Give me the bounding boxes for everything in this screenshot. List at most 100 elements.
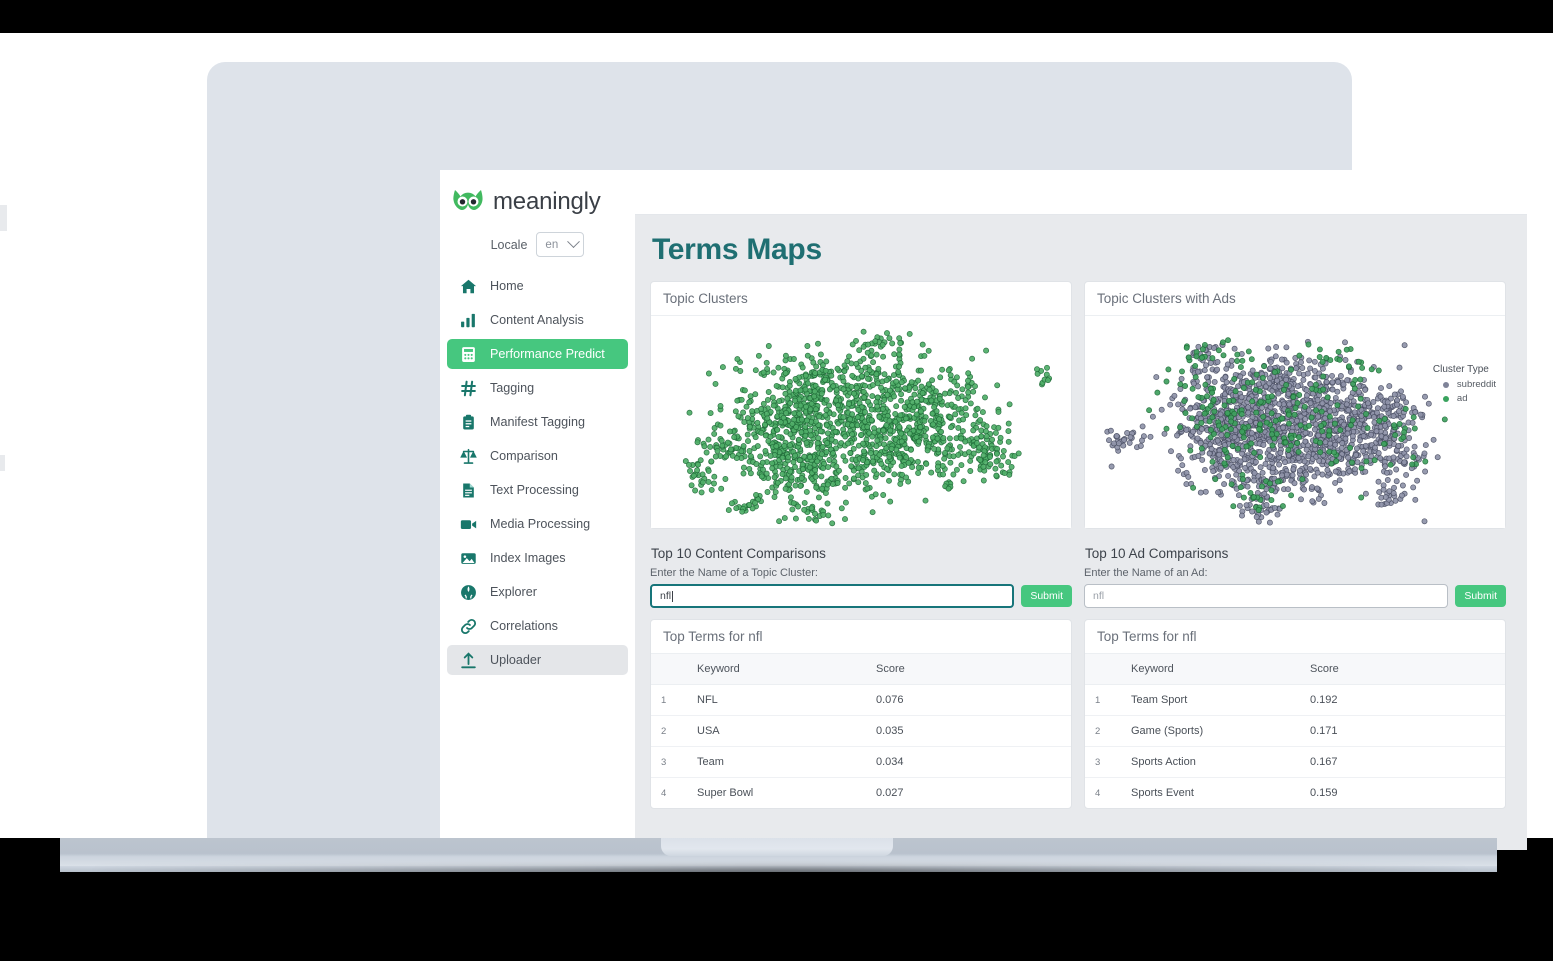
sidebar-item-correlations[interactable]: Correlations bbox=[447, 611, 628, 641]
locale-select[interactable]: en bbox=[536, 232, 585, 257]
left-column: Topic Clusters Top 10 Content Comparison… bbox=[650, 281, 1072, 809]
cell-index: 2 bbox=[1085, 715, 1131, 747]
right-table-title: Top Terms for nfl bbox=[1085, 620, 1505, 654]
legend-label-subreddit: subreddit bbox=[1456, 379, 1496, 390]
submit-ad-button[interactable]: Submit bbox=[1455, 585, 1506, 607]
cell-index: 1 bbox=[1085, 684, 1131, 716]
laptop-base-notch bbox=[661, 838, 893, 856]
cell-keyword: Team bbox=[697, 746, 876, 778]
ad-field-label: Enter the Name of an Ad: bbox=[1084, 567, 1208, 579]
cell-index: 4 bbox=[1095, 787, 1101, 799]
cell-score: 0.076 bbox=[876, 684, 1071, 716]
cell-index: 4 bbox=[661, 787, 667, 799]
ad-name-input-placeholder: nfl bbox=[1093, 590, 1105, 602]
table-row: 4 Super Bowl 0.027 bbox=[651, 778, 1071, 809]
sidebar-item-label: Tagging bbox=[490, 381, 535, 395]
topic-clusters-ads-plot[interactable]: Cluster Type subreddit ad bbox=[1085, 316, 1505, 528]
cell-score: 0.027 bbox=[876, 787, 904, 799]
table-row: 1 Team Sport 0.192 bbox=[1085, 684, 1505, 716]
sidebar-item-label: Media Processing bbox=[490, 517, 591, 531]
legend-title: Cluster Type bbox=[1432, 364, 1489, 375]
cell-keyword: Sports Event bbox=[1131, 787, 1194, 799]
sidebar-item-explorer[interactable]: Explorer bbox=[447, 577, 628, 607]
sidebar-item-uploader[interactable]: Uploader bbox=[447, 645, 628, 675]
locale-label: Locale bbox=[490, 237, 528, 252]
sidebar-item-label: Performance Predict bbox=[490, 347, 605, 361]
topic-cluster-input-value: nfl bbox=[660, 590, 672, 602]
cell-score: 0.192 bbox=[1310, 684, 1505, 716]
app-window: meaningly Locale en Home Content Analysis… bbox=[440, 170, 1527, 850]
chevron-down-icon bbox=[567, 235, 581, 249]
legend-label-ad: ad bbox=[1456, 393, 1468, 404]
legend-dot-ad bbox=[1442, 395, 1449, 402]
sidebar-nav: Home Content Analysis Performance Predict T… bbox=[440, 271, 635, 675]
ad-name-input[interactable]: nfl bbox=[1084, 584, 1449, 608]
right-col-keyword: Keyword bbox=[1131, 654, 1310, 685]
sidebar-item-performance-predict[interactable]: Performance Predict bbox=[447, 339, 628, 369]
sidebar-item-label: Manifest Tagging bbox=[490, 415, 585, 429]
sidebar-item-label: Text Processing bbox=[490, 483, 579, 497]
content-comparisons-title: Top 10 Content Comparisons bbox=[651, 546, 826, 561]
cell-keyword: Game (Sports) bbox=[1131, 715, 1310, 747]
video-camera-icon bbox=[460, 516, 477, 533]
topic-clusters-plot[interactable] bbox=[651, 316, 1071, 528]
globe-icon bbox=[460, 584, 477, 601]
topic-cluster-field-label: Enter the Name of a Topic Cluster: bbox=[650, 567, 818, 579]
cell-keyword: Team Sport bbox=[1131, 684, 1310, 716]
right-terms-table: Keyword Score 1 Team Sport 0.192 2 Game (Spo… bbox=[1085, 654, 1505, 808]
sidebar-item-index-images[interactable]: Index Images bbox=[447, 543, 628, 573]
cell-keyword: Sports Action bbox=[1131, 746, 1310, 778]
sidebar-item-home[interactable]: Home bbox=[447, 271, 628, 301]
table-header-row: Keyword Score bbox=[1085, 654, 1505, 685]
locale-value: en bbox=[545, 238, 559, 251]
table-row: 1 NFL 0.076 bbox=[651, 684, 1071, 716]
table-header-row: Keyword Score bbox=[651, 654, 1071, 685]
sidebar-item-label: Index Images bbox=[490, 551, 566, 565]
table-row: 3 Sports Action 0.167 bbox=[1085, 746, 1505, 778]
topic-clusters-ads-card: Topic Clusters with Ads Cluster Type sub… bbox=[1084, 281, 1506, 529]
brand-name: meaningly bbox=[493, 188, 601, 215]
left-col-score: Score bbox=[876, 654, 1071, 685]
scales-icon bbox=[460, 448, 477, 465]
text-caret bbox=[672, 590, 674, 602]
sidebar-item-label: Uploader bbox=[490, 653, 542, 667]
right-column: Topic Clusters with Ads Cluster Type sub… bbox=[1084, 281, 1506, 809]
cell-score: 0.167 bbox=[1310, 746, 1505, 778]
ad-comparisons-title: Top 10 Ad Comparisons bbox=[1085, 546, 1229, 561]
sidebar-item-label: Home bbox=[490, 279, 524, 293]
sidebar-item-media-processing[interactable]: Media Processing bbox=[447, 509, 628, 539]
laptop-shadow bbox=[95, 868, 1465, 928]
topic-clusters-title: Topic Clusters bbox=[651, 282, 1071, 316]
right-col-score: Score bbox=[1310, 654, 1505, 685]
left-terms-table: Keyword Score 1 NFL 0.076 2 USA 0.035 3 Team 0.0… bbox=[651, 654, 1071, 808]
submit-topic-cluster-button[interactable]: Submit bbox=[1021, 585, 1072, 607]
topic-cluster-input[interactable]: nfl bbox=[650, 584, 1015, 608]
sidebar-item-comparison[interactable]: Comparison bbox=[447, 441, 628, 471]
cluster-type-legend: Cluster Type subreddit ad bbox=[1433, 364, 1496, 407]
upload-icon bbox=[460, 651, 477, 669]
sidebar: meaningly Locale en Home Content Analysis… bbox=[440, 170, 635, 850]
sidebar-item-manifest-tagging[interactable]: Manifest Tagging bbox=[447, 407, 628, 437]
legend-item-subreddit: subreddit bbox=[1442, 379, 1496, 390]
table-row: 4 Sports Event 0.159 bbox=[1085, 778, 1505, 809]
hash-icon bbox=[460, 380, 477, 397]
left-col-index bbox=[651, 654, 697, 685]
cell-keyword: NFL bbox=[697, 684, 876, 716]
table-row: 3 Team 0.034 bbox=[651, 746, 1071, 778]
brand-logo[interactable]: meaningly bbox=[440, 180, 635, 216]
sidebar-item-label: Comparison bbox=[490, 449, 558, 463]
cell-score: 0.159 bbox=[1310, 787, 1338, 799]
laptop-frame: meaningly Locale en Home Content Analysis… bbox=[207, 62, 1527, 850]
right-terms-card: Top Terms for nfl Keyword Score 1 Team S… bbox=[1084, 619, 1506, 809]
left-terms-card: Top Terms for nfl Keyword Score 1 NFL 0.… bbox=[650, 619, 1072, 809]
left-table-title: Top Terms for nfl bbox=[651, 620, 1071, 654]
sidebar-item-tagging[interactable]: Tagging bbox=[447, 373, 628, 403]
screenshot-stage: meaningly Locale en Home Content Analysis… bbox=[0, 0, 1553, 961]
sidebar-item-content-analysis[interactable]: Content Analysis bbox=[447, 305, 628, 335]
clipboard-icon bbox=[460, 414, 477, 431]
decor-edge-left bbox=[0, 205, 7, 231]
cell-score: 0.034 bbox=[876, 746, 1071, 778]
locale-control: Locale en bbox=[440, 232, 635, 257]
sidebar-item-text-processing[interactable]: Text Processing bbox=[447, 475, 628, 505]
table-row: 2 USA 0.035 bbox=[651, 715, 1071, 747]
